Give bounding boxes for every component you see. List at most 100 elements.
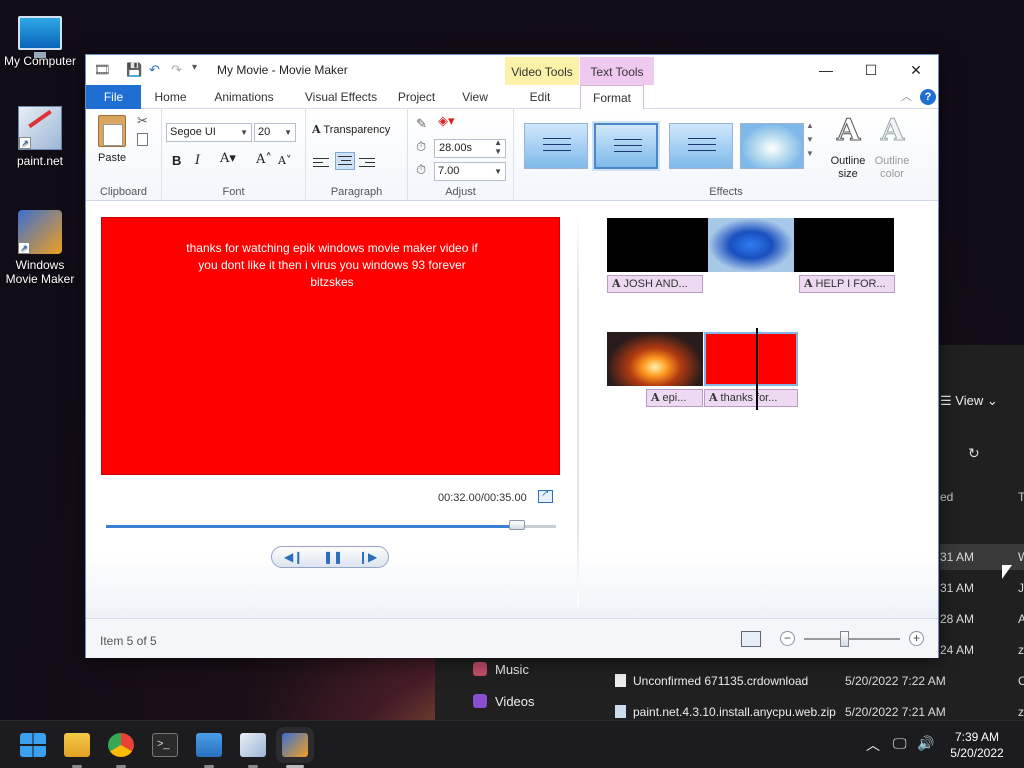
refresh-icon[interactable]: ↻ xyxy=(968,445,980,462)
copy-icon[interactable] xyxy=(137,133,148,146)
effect-thumbnail[interactable] xyxy=(669,123,733,169)
desktop-icon-my-computer[interactable]: My Computer xyxy=(0,10,80,68)
start-time-input[interactable]: 28.00s ▲ ▼ xyxy=(434,138,506,158)
seek-bar[interactable] xyxy=(106,520,556,530)
fullscreen-icon[interactable] xyxy=(538,488,553,503)
undo-icon[interactable]: ↶ xyxy=(149,62,160,78)
preview-monitor[interactable]: thanks for watching epik windows movie m… xyxy=(101,217,560,475)
tab-edit[interactable]: Edit xyxy=(518,85,562,109)
zoom-slider[interactable] xyxy=(804,631,900,647)
shrink-font-icon[interactable]: A˅ xyxy=(278,154,291,167)
clip-thumbnail-selected[interactable] xyxy=(704,332,798,386)
tab-format[interactable]: Format xyxy=(580,85,644,110)
collapse-ribbon-icon[interactable]: ︿ xyxy=(901,88,912,104)
transparency-icon: A xyxy=(312,123,321,136)
font-size-select[interactable]: 20 ▼ xyxy=(254,123,296,142)
storyboard-icon[interactable] xyxy=(741,631,761,647)
expand-gallery-icon[interactable]: ▼ xyxy=(806,149,814,158)
font-family-select[interactable]: Segoe UI ▼ xyxy=(166,123,252,142)
clip-thumbnail[interactable] xyxy=(708,218,794,272)
outline-size-icon[interactable]: A xyxy=(836,113,860,149)
tab-visual-effects[interactable]: Visual Effects xyxy=(296,85,386,109)
align-right-icon[interactable] xyxy=(359,155,375,169)
desktop-icon-movie-maker[interactable]: ↗ Windows Movie Maker xyxy=(0,210,80,286)
column-header-partial[interactable]: T xyxy=(1018,490,1024,504)
background-color-icon[interactable]: ◈▾ xyxy=(438,113,455,129)
network-icon[interactable]: 🖵 xyxy=(893,735,907,752)
start-icon[interactable] xyxy=(20,733,46,757)
volume-icon[interactable]: 🔊 xyxy=(917,735,934,752)
tab-file[interactable]: File xyxy=(86,85,141,109)
chrome-icon[interactable] xyxy=(108,733,134,757)
terminal-icon[interactable]: >_ xyxy=(152,733,178,757)
font-color-button[interactable]: A▾ xyxy=(220,151,236,166)
previous-frame-button[interactable]: ◀❙ xyxy=(284,550,303,564)
caption-item[interactable]: A HELP I FOR... xyxy=(799,275,895,293)
zoom-thumb[interactable] xyxy=(840,631,850,647)
file-explorer-icon[interactable] xyxy=(64,733,90,757)
clock[interactable]: 7:39 AM 5/20/2022 xyxy=(940,729,1014,761)
maximize-button[interactable]: ☐ xyxy=(851,59,891,81)
paste-icon[interactable] xyxy=(98,115,126,147)
column-header-partial[interactable]: ed xyxy=(940,490,953,504)
chevron-up-icon[interactable]: ︿ xyxy=(866,735,880,755)
file-row-time[interactable]: 24 AM xyxy=(940,643,974,657)
view-menu[interactable]: ☰ View ⌄ xyxy=(940,393,998,409)
title-bar[interactable]: 🎞 💾 ↶ ↷ ▾ My Movie - Movie Maker Video T… xyxy=(86,55,938,85)
outline-size-button[interactable]: Outline size xyxy=(826,155,870,181)
tab-project[interactable]: Project xyxy=(394,85,439,109)
effect-thumbnail[interactable] xyxy=(740,123,804,169)
paste-button[interactable]: Paste xyxy=(98,152,126,164)
caption-item[interactable]: Athanks for... xyxy=(704,389,798,407)
file-type: W xyxy=(1018,550,1024,564)
help-icon[interactable]: ? xyxy=(920,89,936,105)
close-button[interactable]: ✕ xyxy=(896,59,936,81)
effect-thumbnail-selected[interactable] xyxy=(594,123,658,169)
grow-font-icon[interactable]: A˄ xyxy=(256,152,272,167)
effect-thumbnail[interactable] xyxy=(524,123,588,169)
file-row-time[interactable]: 31 AM xyxy=(940,581,974,595)
tab-view[interactable]: View xyxy=(456,85,494,109)
effects-scroll[interactable]: ▲ ▼ ▼ xyxy=(806,119,814,161)
transparency-button[interactable]: A Transparency xyxy=(312,123,390,136)
minimize-button[interactable]: — xyxy=(806,59,846,81)
monitor-icon xyxy=(18,16,62,58)
scroll-down-icon[interactable]: ▼ xyxy=(806,135,814,144)
tab-home[interactable]: Home xyxy=(148,85,193,109)
file-row-time[interactable]: 28 AM xyxy=(940,612,974,626)
tab-animations[interactable]: Animations xyxy=(208,85,280,109)
paint-net-taskbar-icon[interactable] xyxy=(240,733,266,757)
text-color-icon[interactable]: ✎ xyxy=(416,116,427,132)
group-label: Font xyxy=(222,186,245,198)
cut-icon[interactable]: ✂ xyxy=(137,113,148,129)
save-icon[interactable]: 💾 xyxy=(126,62,142,78)
bold-button[interactable]: B xyxy=(172,153,181,168)
caption-item[interactable]: A JOSH AND... xyxy=(607,275,703,293)
align-center-icon[interactable] xyxy=(335,152,355,170)
scroll-up-icon[interactable]: ▲ xyxy=(806,121,814,130)
pause-button[interactable]: ❚❚ xyxy=(323,550,343,564)
caption-item[interactable]: Aepi... xyxy=(646,389,703,407)
pane-splitter[interactable] xyxy=(577,212,579,607)
clip-thumbnail[interactable] xyxy=(794,218,894,272)
desktop-icon-paint-net[interactable]: ↗ paint.net xyxy=(0,106,80,168)
align-left-icon[interactable] xyxy=(313,155,329,169)
duration-select[interactable]: 7.00 ▼ xyxy=(434,162,506,181)
quick-access-dropdown-icon[interactable]: ▾ xyxy=(192,62,197,73)
nav-item-videos[interactable]: Videos xyxy=(473,694,535,709)
zoom-in-button[interactable]: + xyxy=(909,631,924,646)
playhead[interactable] xyxy=(756,328,758,410)
notepad-icon[interactable] xyxy=(196,733,222,757)
italic-button[interactable]: I xyxy=(195,153,200,168)
clip-thumbnail[interactable] xyxy=(607,332,703,386)
next-frame-button[interactable]: ❙▶ xyxy=(358,550,377,564)
clip-thumbnail[interactable] xyxy=(607,218,708,272)
redo-icon[interactable]: ↷ xyxy=(171,62,182,78)
file-row[interactable]: paint.net.4.3.10.install.anycpu.web.zip xyxy=(615,705,836,719)
movie-maker-taskbar-icon[interactable] xyxy=(282,733,308,757)
zoom-out-button[interactable]: − xyxy=(780,631,795,646)
seek-thumb[interactable] xyxy=(509,520,526,530)
nav-item-music[interactable]: Music xyxy=(473,662,529,677)
file-row[interactable]: Unconfirmed 671135.crdownload xyxy=(615,674,808,688)
film-icon[interactable]: 🎞 xyxy=(94,62,111,78)
